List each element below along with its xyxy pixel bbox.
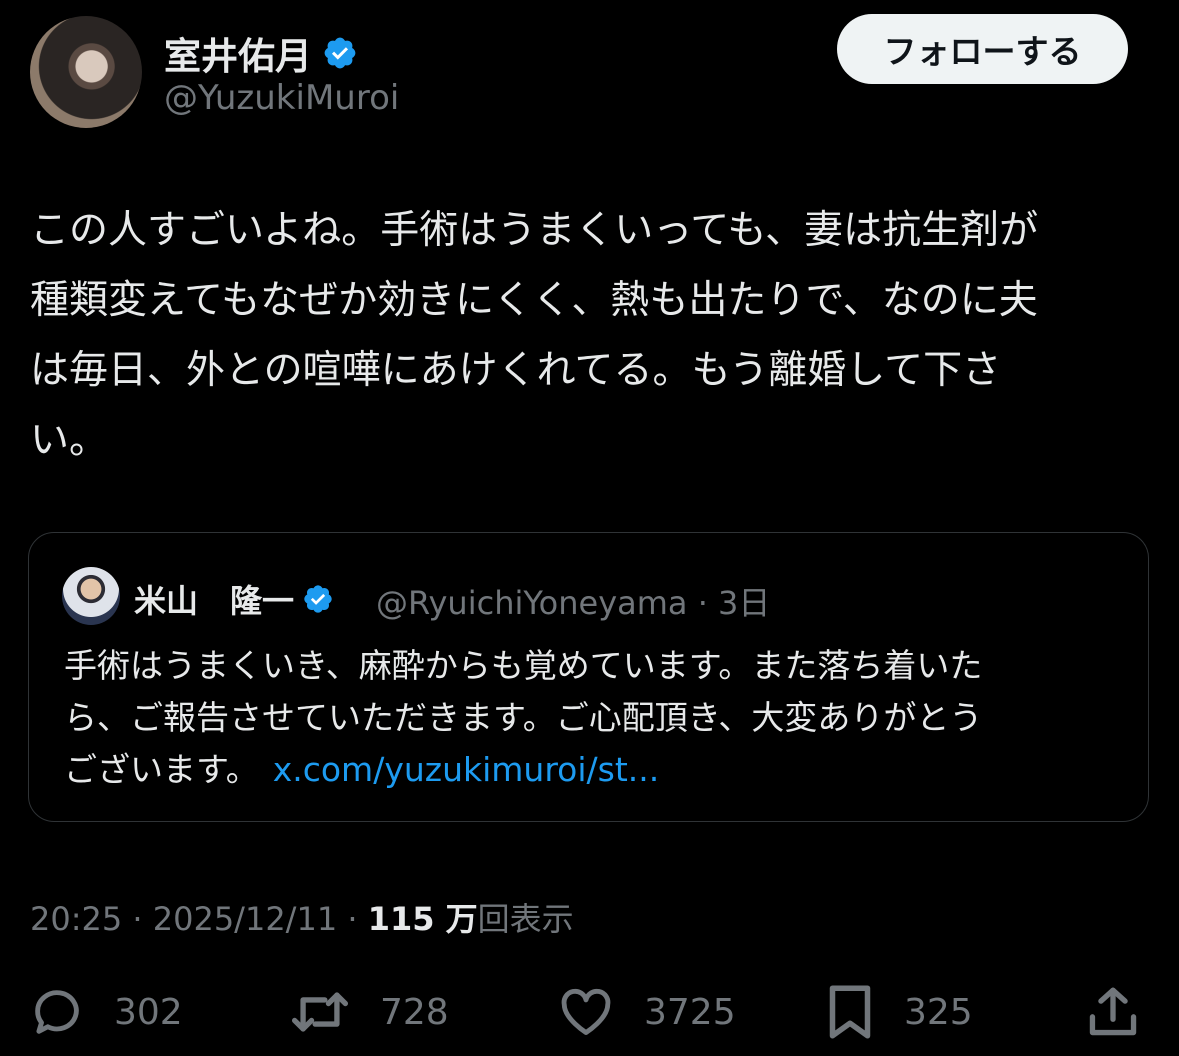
tweet-line: この人すごいよね。手術はうまくいっても、妻は抗生剤が: [30, 208, 1039, 253]
quoted-author-avatar[interactable]: [62, 567, 120, 625]
tweet-date[interactable]: 2025/12/11: [153, 900, 337, 938]
quoted-author-display-name[interactable]: 米山 隆一: [134, 576, 294, 622]
quoted-line-last: ございます。 x.com/yuzukimuroi/st...: [64, 744, 1124, 796]
views-count[interactable]: 115 万: [368, 900, 478, 938]
verified-badge-icon: [304, 585, 332, 613]
quoted-author-name-row[interactable]: 米山 隆一: [134, 576, 334, 622]
bookmark-count: 325: [904, 991, 973, 1033]
quoted-line: ございます。: [64, 750, 259, 789]
meta-separator: ·: [132, 900, 143, 938]
repost-button[interactable]: 728: [288, 980, 449, 1044]
author-display-name[interactable]: 室井佑月: [164, 26, 312, 80]
reply-count: 302: [114, 991, 183, 1033]
views-label: 回表示: [477, 900, 574, 938]
share-button[interactable]: [1084, 980, 1142, 1044]
share-upload-icon: [1089, 987, 1137, 1036]
tweet-time[interactable]: 20:25: [30, 900, 122, 938]
meta-separator: ·: [697, 584, 708, 622]
quoted-tweet-text: 手術はうまくいき、麻酔からも覚めています。また落ち着いた ら、ご報告させていただ…: [64, 640, 1124, 796]
quoted-tweet-age[interactable]: 3日: [718, 584, 770, 622]
tweet-meta: 20:25 · 2025/12/11 · 115 万回表示: [30, 894, 574, 940]
repost-count: 728: [380, 991, 449, 1033]
tweet-line: は毎日、外との喧嘩にあけくれてる。もう離婚して下さ: [30, 348, 1002, 393]
like-button[interactable]: 3725: [556, 980, 736, 1044]
quoted-tweet-meta: @RyuichiYoneyama · 3日: [376, 578, 770, 624]
bookmark-icon: [829, 985, 871, 1039]
quoted-author-handle[interactable]: @RyuichiYoneyama: [376, 584, 688, 622]
author-avatar[interactable]: [30, 16, 142, 128]
reply-button[interactable]: 302: [28, 980, 183, 1044]
tweet-line: い。: [30, 418, 109, 463]
quoted-line: 手術はうまくいき、麻酔からも覚めています。また落ち着いた: [64, 646, 983, 685]
verified-badge-icon: [324, 37, 356, 69]
bookmark-button[interactable]: 325: [824, 980, 973, 1044]
follow-button[interactable]: フォローする: [837, 14, 1128, 84]
like-count: 3725: [644, 991, 736, 1033]
quoted-line: ら、ご報告させていただきます。ご心配頂き、大変ありがとう: [64, 698, 983, 737]
heart-icon: [561, 988, 611, 1035]
tweet-line: 種類変えてもなぜか効きにくく、熱も出たりで、なのに夫: [30, 278, 1038, 323]
quoted-tweet-link[interactable]: x.com/yuzukimuroi/st...: [273, 750, 660, 789]
repost-arrows-icon: [291, 992, 349, 1032]
author-handle[interactable]: @YuzukiMuroi: [164, 78, 399, 118]
tweet-text: この人すごいよね。手術はうまくいっても、妻は抗生剤が 種類変えてもなぜか効きにく…: [30, 196, 1140, 476]
meta-separator: ·: [347, 900, 358, 938]
author-name-row[interactable]: 室井佑月: [164, 26, 358, 80]
speech-bubble-icon: [35, 990, 79, 1034]
